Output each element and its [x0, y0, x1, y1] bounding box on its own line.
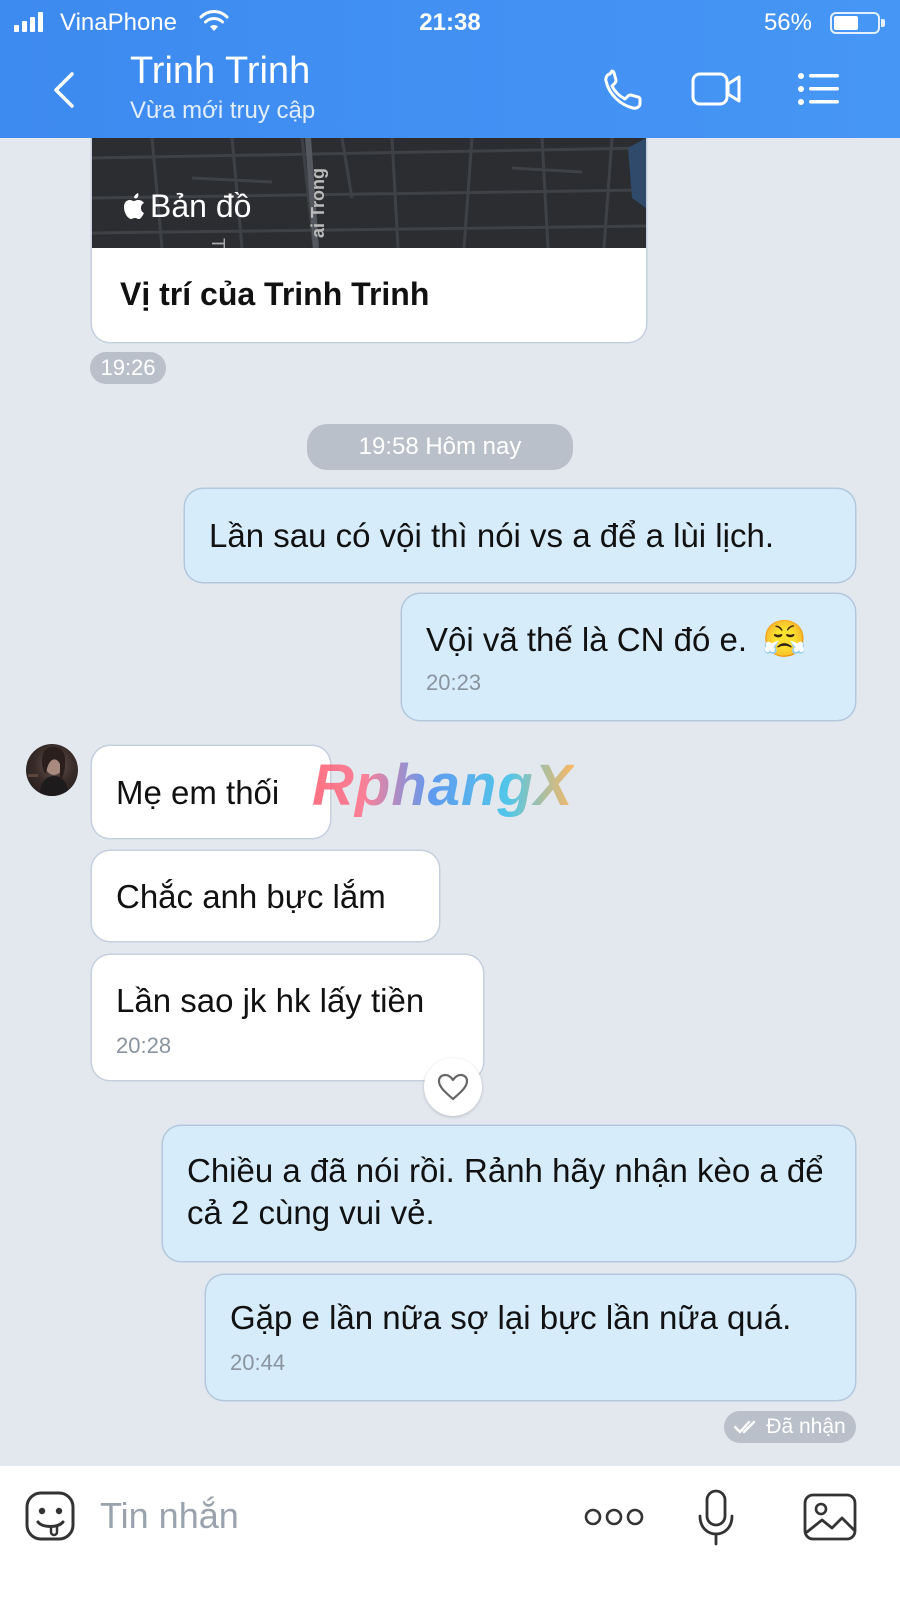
chat-header: VinaPhone 21:38 56% Trinh Trinh Vừa mới …: [0, 0, 900, 138]
apple-logo-icon: [124, 192, 144, 219]
menu-list-icon[interactable]: [793, 66, 845, 112]
contact-status: Vừa mới truy cập: [130, 97, 316, 124]
message-text: Chắc anh bực lắm: [116, 878, 386, 915]
battery-icon: [830, 12, 885, 34]
message-time: 20:23: [426, 670, 482, 695]
microphone-icon[interactable]: [696, 1488, 736, 1548]
map-street-label: ai Trong: [308, 168, 328, 238]
map-label-text: Bản đồ: [150, 188, 252, 224]
message-bubble-outgoing[interactable]: Vội vã thế là CN đó e. 😤 20:23: [402, 594, 855, 720]
status-bar: VinaPhone 21:38 56%: [0, 0, 900, 46]
sticker-emoji-icon[interactable]: [24, 1490, 78, 1544]
message-text: Gặp e lần nữa sợ lại bực lần nữa quá.: [230, 1299, 792, 1336]
message-text: Vội vã thế là CN đó e.: [426, 621, 748, 658]
location-card[interactable]: Tê ai Trong Bản đồ Vị trí của Trinh Trin…: [92, 138, 646, 342]
map-thumbnail: Tê ai Trong Bản đồ: [92, 138, 646, 259]
map-street-label: Tê: [208, 238, 228, 248]
more-options-icon[interactable]: [584, 1502, 644, 1532]
phone-icon[interactable]: [596, 66, 648, 112]
message-bubble-outgoing[interactable]: Lần sau có vội thì nói vs a để a lùi lịc…: [185, 489, 855, 582]
message-text: Lần sau có vội thì nói vs a để a lùi lịc…: [209, 517, 774, 554]
react-heart-button[interactable]: [424, 1058, 482, 1116]
angry-face-emoji: 😤: [762, 618, 808, 659]
contact-name[interactable]: Trinh Trinh: [130, 50, 310, 93]
message-time-pill: 19:26: [90, 352, 166, 384]
image-gallery-icon[interactable]: [802, 1492, 858, 1542]
message-time: 20:28: [116, 1033, 172, 1058]
back-arrow-icon[interactable]: [44, 68, 84, 112]
message-text: Lần sao jk hk lấy tiền: [116, 982, 425, 1019]
contact-avatar[interactable]: [26, 744, 78, 796]
delivery-receipt: Đã nhận: [724, 1411, 856, 1443]
message-bubble-incoming[interactable]: Lần sao jk hk lấy tiền 20:28: [92, 955, 483, 1080]
message-text: Chiều a đã nói rồi. Rảnh hãy nhận kèo a …: [187, 1152, 824, 1231]
video-camera-icon[interactable]: [690, 66, 742, 112]
message-time: 20:44: [230, 1350, 286, 1375]
message-bubble-incoming[interactable]: Mẹ em thối: [92, 746, 330, 838]
message-bubble-outgoing[interactable]: Chiều a đã nói rồi. Rảnh hãy nhận kèo a …: [163, 1126, 855, 1261]
message-bubble-outgoing[interactable]: Gặp e lần nữa sợ lại bực lần nữa quá. 20…: [206, 1275, 855, 1400]
message-input[interactable]: [100, 1490, 540, 1542]
apple-maps-label: Bản đồ: [122, 188, 251, 225]
location-title: Vị trí của Trinh Trinh: [120, 276, 430, 312]
message-input-bar: [0, 1466, 900, 1600]
battery-percent: 56%: [763, 9, 812, 36]
receipt-text: Đã nhận: [766, 1415, 846, 1438]
message-bubble-incoming[interactable]: Chắc anh bực lắm: [92, 851, 439, 941]
message-text: Mẹ em thối: [116, 774, 280, 811]
heart-icon: [437, 1073, 469, 1101]
watermark-logo: RphangX: [312, 753, 574, 818]
double-check-icon: [734, 1420, 756, 1434]
date-separator: 19:58 Hôm nay: [307, 424, 573, 470]
